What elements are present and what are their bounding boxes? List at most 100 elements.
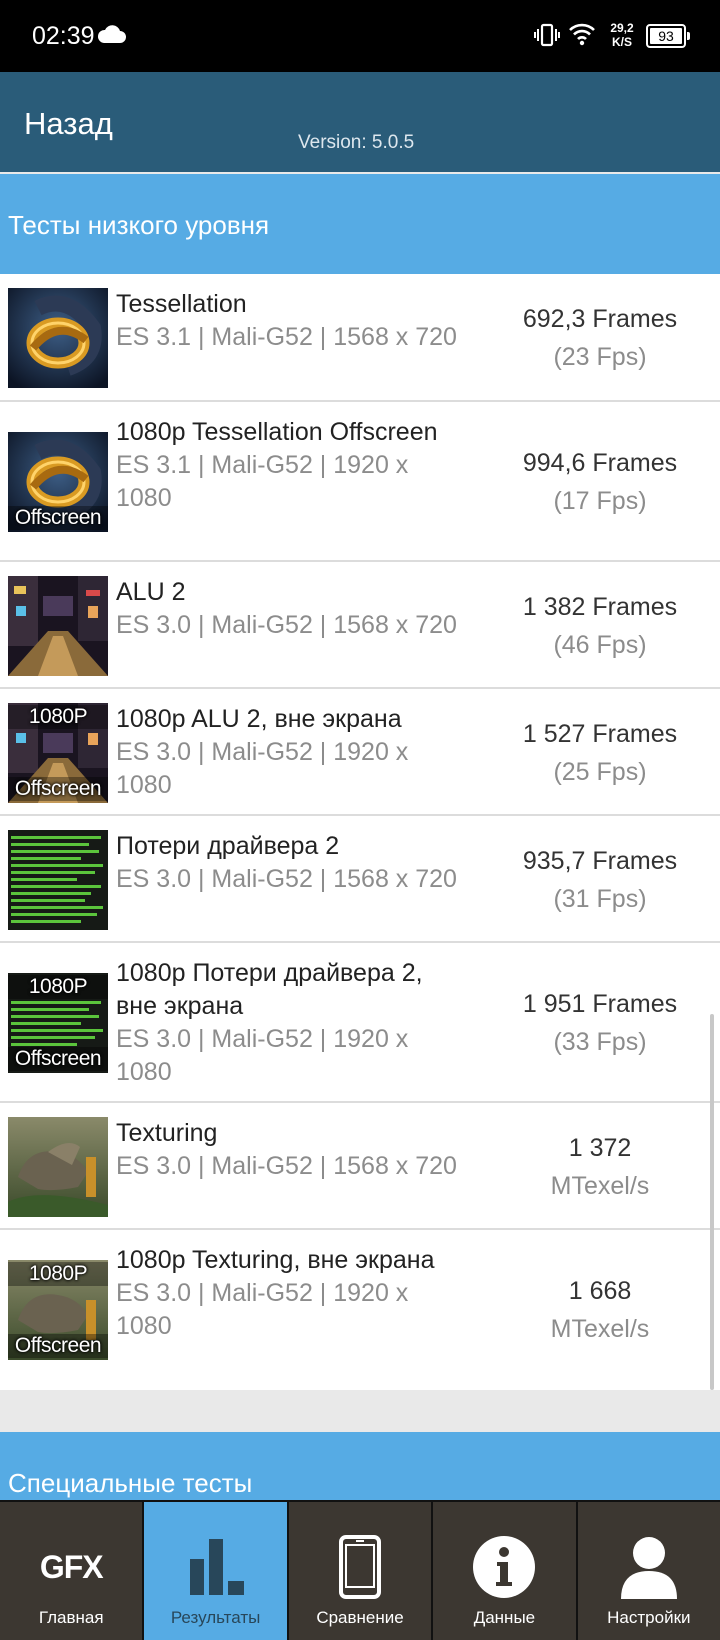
nav-item-compare[interactable]: Сравнение — [288, 1502, 432, 1640]
test-text: 1080p Потери драйвера 2, вне экрана ES 3… — [116, 957, 466, 1089]
result-fps: (31 Fps) — [553, 885, 647, 913]
thumb-1080p-label: 1080P — [8, 975, 108, 999]
test-name: 1080p Потери драйвера 2, вне экрана — [116, 959, 423, 1020]
result-frames: 994,6 Frames — [522, 449, 678, 477]
result-fps: (23 Fps) — [553, 343, 647, 371]
test-spec: ES 3.0 | Mali-G52 | 1920 x 1080 — [116, 1279, 409, 1340]
result-fps: (17 Fps) — [553, 487, 647, 515]
result-unit: MTexel/s — [550, 1172, 650, 1200]
thumb-offscreen-label: Offscreen — [8, 1047, 108, 1071]
bar-chart-icon — [144, 1532, 286, 1602]
nav-item-home[interactable]: GFX Главная — [0, 1502, 143, 1640]
result-frames: 1 382 Frames — [522, 593, 678, 621]
test-row[interactable]: Texturing ES 3.0 | Mali-G52 | 1568 x 720… — [0, 1103, 720, 1230]
test-spec: ES 3.0 | Mali-G52 | 1568 x 720 — [116, 611, 457, 639]
wifi-icon — [568, 22, 596, 51]
test-row[interactable]: 1080P Offscreen 1080p ALU 2, вне экрана … — [0, 689, 720, 816]
driver-overhead-thumbnail — [8, 830, 108, 930]
thumb-offscreen-label: Offscreen — [8, 777, 108, 801]
test-row[interactable]: ALU 2 ES 3.0 | Mali-G52 | 1568 x 720 1 3… — [0, 562, 720, 689]
texturing-thumbnail — [8, 1117, 108, 1217]
test-text: Texturing ES 3.0 | Mali-G52 | 1568 x 720 — [116, 1117, 466, 1183]
result-value: 1 668 — [568, 1277, 632, 1305]
test-spec: ES 3.0 | Mali-G52 | 1920 x 1080 — [116, 738, 409, 799]
test-name: Потери драйвера 2 — [116, 832, 340, 860]
section-header: Тесты низкого уровня — [0, 174, 720, 274]
result-unit: MTexel/s — [550, 1315, 650, 1343]
test-text: ALU 2 ES 3.0 | Mali-G52 | 1568 x 720 — [116, 576, 466, 642]
nav-item-data[interactable]: Данные — [433, 1502, 576, 1640]
test-list: Tessellation ES 3.1 | Mali-G52 | 1568 x … — [0, 274, 720, 1390]
thumb-1080p-label: 1080P — [8, 1262, 108, 1286]
result-fps: (25 Fps) — [553, 758, 647, 786]
test-row[interactable]: Offscreen 1080p Tessellation Offscreen E… — [0, 402, 720, 562]
test-result: 994,6 Frames (17 Fps) — [480, 444, 720, 520]
result-fps: (33 Fps) — [553, 1028, 647, 1056]
tessellation-thumbnail: Offscreen — [8, 432, 108, 532]
bottom-nav: GFX Главная Результаты Сравнение Данные … — [0, 1500, 720, 1640]
info-icon — [433, 1532, 575, 1602]
nav-label: Настройки — [607, 1608, 691, 1627]
battery-level: 93 — [650, 28, 682, 44]
test-result: 1 382 Frames (46 Fps) — [480, 588, 720, 664]
nav-label: Главная — [38, 1608, 104, 1627]
test-spec: ES 3.0 | Mali-G52 | 1920 x 1080 — [116, 1025, 409, 1086]
result-frames: 935,7 Frames — [522, 847, 678, 875]
test-result: 935,7 Frames (31 Fps) — [480, 842, 720, 918]
version-label: Version: 5.0.5 — [298, 132, 415, 153]
back-button[interactable]: Назад — [24, 106, 113, 142]
test-row[interactable]: Потери драйвера 2 ES 3.0 | Mali-G52 | 15… — [0, 816, 720, 943]
test-text: Tessellation ES 3.1 | Mali-G52 | 1568 x … — [116, 288, 466, 354]
nav-label: Сравнение — [316, 1608, 404, 1627]
result-frames: 692,3 Frames — [522, 305, 678, 333]
test-name: Tessellation — [116, 290, 247, 318]
texturing-thumbnail: 1080P Offscreen — [8, 1260, 108, 1360]
scrollbar[interactable] — [710, 1014, 714, 1390]
nav-label: Данные — [473, 1608, 536, 1627]
network-speed: 29,2 K/S — [604, 21, 640, 49]
network-speed-value: 29,2 — [610, 21, 634, 35]
test-name: 1080p Tessellation Offscreen — [116, 418, 438, 446]
status-bar: 02:39 29,2 K/S 93 — [0, 0, 720, 72]
nav-item-settings[interactable]: Настройки — [577, 1502, 720, 1640]
test-spec: ES 3.0 | Mali-G52 | 1568 x 720 — [116, 1152, 457, 1180]
result-frames: 1 527 Frames — [522, 720, 678, 748]
gfx-logo-icon: GFX — [0, 1532, 142, 1602]
nav-label: Результаты — [170, 1608, 261, 1627]
test-result: 692,3 Frames (23 Fps) — [480, 300, 720, 376]
test-name: Texturing — [116, 1119, 218, 1147]
tessellation-thumbnail — [8, 288, 108, 388]
test-result: 1 668 MTexel/s — [480, 1272, 720, 1348]
alu-thumbnail — [8, 576, 108, 676]
test-name: 1080p Texturing, вне экрана — [116, 1246, 435, 1274]
app-header: Назад Version: 5.0.5 — [0, 72, 720, 172]
cloud-icon — [96, 24, 126, 49]
gfx-logo-text: GFX — [39, 1548, 104, 1585]
test-result: 1 951 Frames (33 Fps) — [480, 985, 720, 1061]
user-icon — [578, 1532, 720, 1602]
status-time: 02:39 — [32, 22, 95, 50]
test-text: 1080p Texturing, вне экрана ES 3.0 | Mal… — [116, 1244, 466, 1343]
special-section-header: Специальные тесты — [0, 1432, 720, 1502]
test-row[interactable]: Tessellation ES 3.1 | Mali-G52 | 1568 x … — [0, 274, 720, 402]
test-text: 1080p ALU 2, вне экрана ES 3.0 | Mali-G5… — [116, 703, 466, 802]
test-text: Потери драйвера 2 ES 3.0 | Mali-G52 | 15… — [116, 830, 466, 896]
test-row[interactable]: 1080P Offscreen 1080p Потери драйвера 2,… — [0, 943, 720, 1103]
thumb-1080p-label: 1080P — [8, 705, 108, 729]
test-result: 1 372 MTexel/s — [480, 1129, 720, 1205]
result-frames: 1 951 Frames — [522, 990, 678, 1018]
section-title: Тесты низкого уровня — [8, 210, 270, 240]
result-fps: (46 Fps) — [553, 631, 647, 659]
vibrate-icon — [534, 22, 560, 53]
phone-icon — [289, 1532, 431, 1602]
result-value: 1 372 — [568, 1134, 632, 1162]
nav-item-results[interactable]: Результаты — [144, 1502, 287, 1640]
test-row[interactable]: 1080P Offscreen 1080p Texturing, вне экр… — [0, 1230, 720, 1390]
test-name: ALU 2 — [116, 578, 186, 606]
thumb-offscreen-label: Offscreen — [8, 1334, 108, 1358]
driver-overhead-thumbnail: 1080P Offscreen — [8, 973, 108, 1073]
network-speed-unit: K/S — [611, 35, 632, 49]
special-section-title: Специальные тесты — [8, 1468, 253, 1498]
test-result: 1 527 Frames (25 Fps) — [480, 715, 720, 791]
test-text: 1080p Tessellation Offscreen ES 3.1 | Ma… — [116, 416, 466, 515]
